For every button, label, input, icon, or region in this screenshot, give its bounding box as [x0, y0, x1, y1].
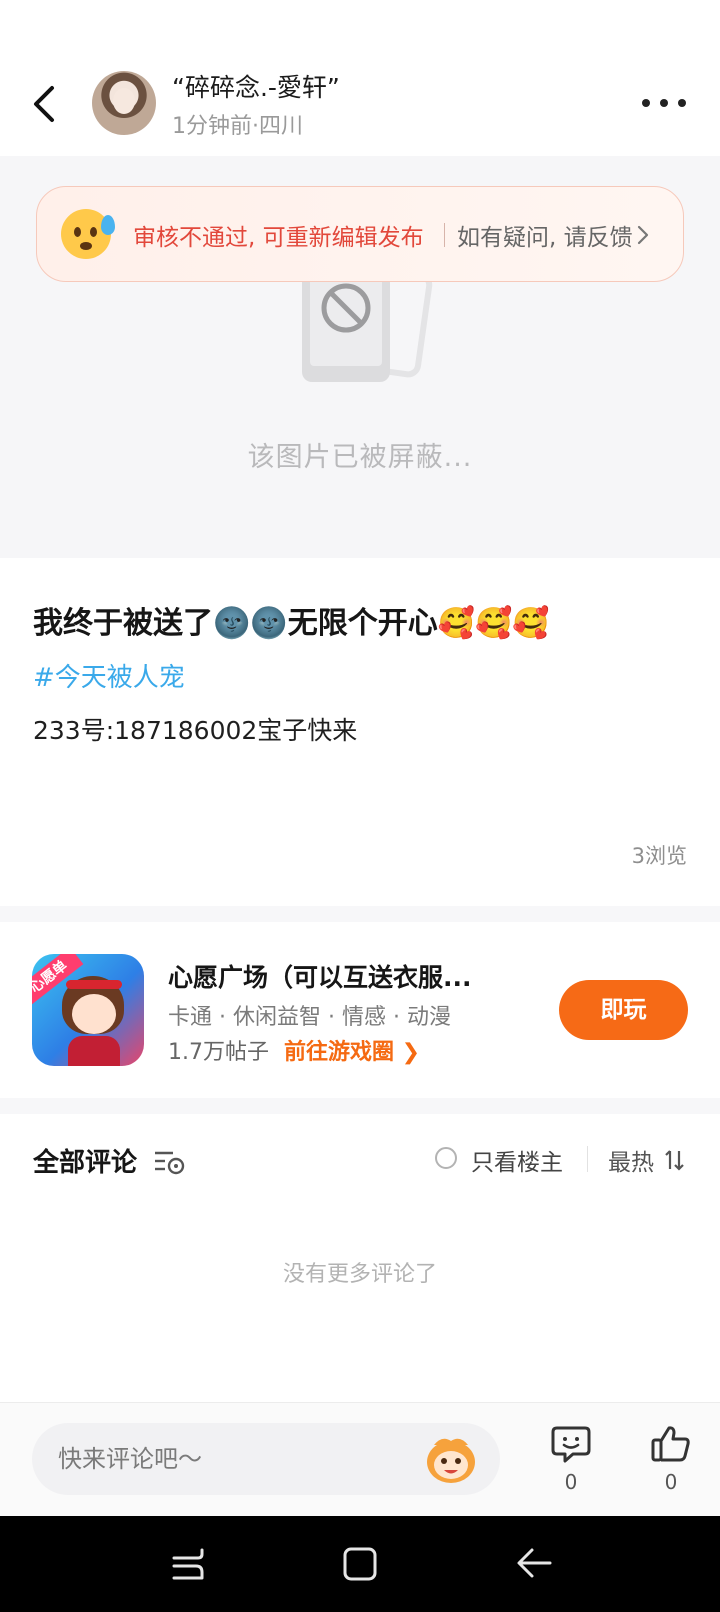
recent-apps-icon[interactable] [168, 1546, 208, 1582]
op-only-label[interactable]: 只看楼主 [471, 1143, 563, 1177]
more-button[interactable] [642, 96, 686, 110]
filter-icon[interactable] [153, 1147, 187, 1177]
username[interactable]: “碎碎念.-愛轩” [172, 68, 340, 104]
view-count: 3浏览 [631, 844, 687, 868]
feedback-link[interactable]: 如有疑问, 请反馈 [457, 218, 633, 252]
play-button[interactable]: 即玩 [559, 980, 688, 1040]
avatar[interactable] [92, 71, 156, 135]
blocked-image-text: 该图片已被屏蔽... [247, 442, 473, 473]
system-back-icon[interactable] [514, 1544, 554, 1582]
sort-icon[interactable] [664, 1148, 686, 1172]
divider [444, 223, 445, 247]
post-title: 我终于被送了🌚🌚无限个开心🥰🥰🥰 [33, 606, 550, 641]
op-only-radio[interactable] [435, 1147, 457, 1169]
comments-title: 全部评论 [33, 1148, 138, 1178]
game-tags: 卡通 · 休闲益智 · 情感 · 动漫 [168, 1005, 451, 1030]
divider [587, 1146, 588, 1172]
home-icon[interactable] [340, 1546, 380, 1582]
sweat-emoji-icon [61, 209, 115, 259]
back-arrow-icon [34, 86, 54, 122]
game-post-count: 1.7万帖子 [168, 1040, 269, 1065]
back-button[interactable] [26, 82, 66, 126]
no-more-comments: 没有更多评论了 [282, 1262, 437, 1287]
review-status-banner[interactable]: 审核不通过, 可重新编辑发布 如有疑问, 请反馈 [36, 186, 684, 282]
sort-label[interactable]: 最热 [608, 1143, 654, 1177]
chevron-right-icon [637, 225, 649, 245]
comment-icon [551, 1426, 591, 1463]
like-button[interactable]: 0 [649, 1424, 693, 1502]
game-circle-link[interactable]: 前往游戏圈 ❯ [284, 1034, 420, 1066]
like-count: 0 [664, 1470, 678, 1494]
hashtag-link[interactable]: #今天被人宠 [33, 657, 185, 694]
comment-button[interactable]: 0 [549, 1424, 593, 1502]
post-body: 233号:187186002宝子快来 [33, 716, 358, 745]
post-meta: 1分钟前·四川 [172, 114, 303, 139]
comment-count: 0 [564, 1470, 578, 1494]
monkey-emoji-icon[interactable] [424, 1435, 478, 1485]
game-app-icon[interactable]: 心愿单 [32, 954, 144, 1066]
game-title[interactable]: 心愿广场（可以互送衣服... [168, 958, 472, 994]
more-icon [642, 99, 650, 107]
thumbs-up-icon [651, 1426, 690, 1462]
review-status-text: 审核不通过, 可重新编辑发布 [133, 225, 424, 251]
